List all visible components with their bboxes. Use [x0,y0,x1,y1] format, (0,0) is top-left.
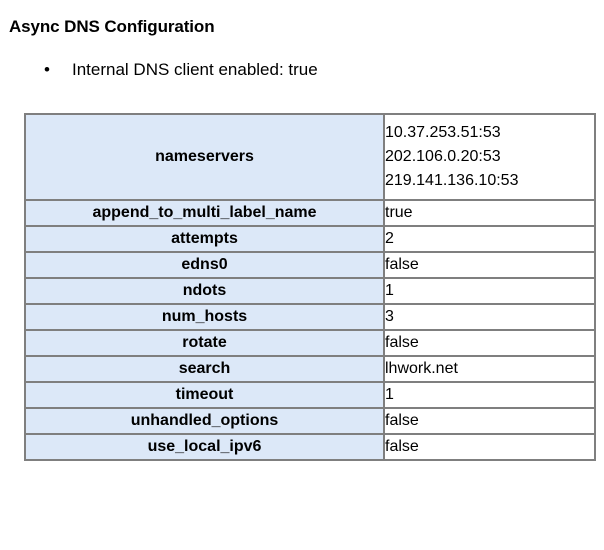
config-key-cell: timeout [24,381,385,409]
table-row: num_hosts 3 [24,303,596,331]
table-row: nameservers 10.37.253.51:53 202.106.0.20… [24,113,596,201]
table-row: rotate false [24,329,596,357]
config-key-cell: edns0 [24,251,385,279]
list-item-label: Internal DNS client enabled: true [72,60,318,79]
config-value-cell: 1 [383,277,596,305]
config-value-cell: 10.37.253.51:53 202.106.0.20:53 219.141.… [383,113,596,201]
config-key-cell: search [24,355,385,383]
config-value-cell: false [383,433,596,461]
config-value-cell: 3 [383,303,596,331]
config-key-cell: attempts [24,225,385,253]
config-key-cell: append_to_multi_label_name [24,199,385,227]
table-row: search lhwork.net [24,355,596,383]
config-key-cell: use_local_ipv6 [24,433,385,461]
config-key-cell: ndots [24,277,385,305]
bullet-point-icon: • [44,60,50,79]
table-row: attempts 2 [24,225,596,253]
config-key-cell: rotate [24,329,385,357]
config-key-cell: unhandled_options [24,407,385,435]
config-value-cell: 1 [383,381,596,409]
config-value-cell: true [383,199,596,227]
dns-configuration-table: nameservers 10.37.253.51:53 202.106.0.20… [24,113,596,461]
table-row: edns0 false [24,251,596,279]
table-row: unhandled_options false [24,407,596,435]
config-value-cell: lhwork.net [383,355,596,383]
summary-bullet-list: • Internal DNS client enabled: true [0,58,604,81]
config-value-cell: false [383,329,596,357]
config-key-cell: num_hosts [24,303,385,331]
table-row: use_local_ipv6 false [24,433,596,461]
list-item: • Internal DNS client enabled: true [0,58,604,81]
table-row: ndots 1 [24,277,596,305]
page-title: Async DNS Configuration [9,17,215,37]
config-value-cell: 2 [383,225,596,253]
async-dns-configuration-page: Async DNS Configuration • Internal DNS c… [0,0,604,550]
table-row: timeout 1 [24,381,596,409]
table-row: append_to_multi_label_name true [24,199,596,227]
config-value-cell: false [383,251,596,279]
config-value-cell: false [383,407,596,435]
config-key-cell: nameservers [24,113,385,201]
